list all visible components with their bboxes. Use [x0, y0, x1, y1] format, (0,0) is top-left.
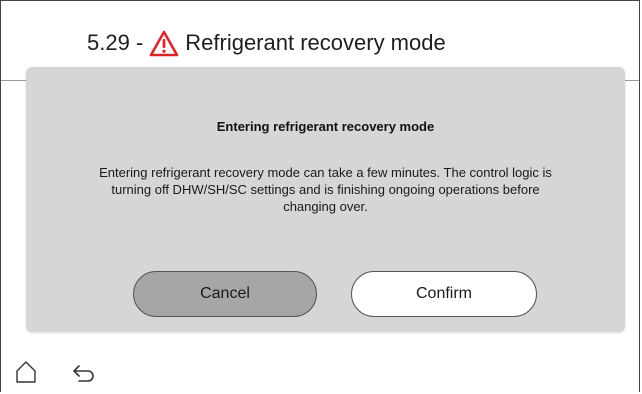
- dialog-message-line: turning off DHW/SH/SC settings and is fi…: [111, 182, 540, 197]
- cancel-button[interactable]: Cancel: [133, 271, 317, 317]
- page-title-text: Refrigerant recovery mode: [185, 30, 446, 55]
- dialog-message-line: Entering refrigerant recovery mode can t…: [99, 165, 552, 180]
- warning-triangle-icon: [149, 30, 179, 57]
- dialog-message: Entering refrigerant recovery mode can t…: [46, 164, 605, 215]
- page-title: 5.29 - Refrigerant recovery mode: [87, 25, 446, 61]
- dialog-title: Entering refrigerant recovery mode: [216, 119, 435, 134]
- back-arrow-icon[interactable]: [71, 362, 97, 384]
- screen: 5.29 - Refrigerant recovery mode Enterin…: [0, 0, 640, 392]
- confirmation-dialog: Entering refrigerant recovery mode Enter…: [26, 67, 625, 332]
- home-icon[interactable]: [15, 360, 37, 384]
- menu-code: 5.29 -: [87, 30, 144, 55]
- dialog-message-line: changing over.: [283, 199, 368, 214]
- confirm-button[interactable]: Confirm: [351, 271, 537, 317]
